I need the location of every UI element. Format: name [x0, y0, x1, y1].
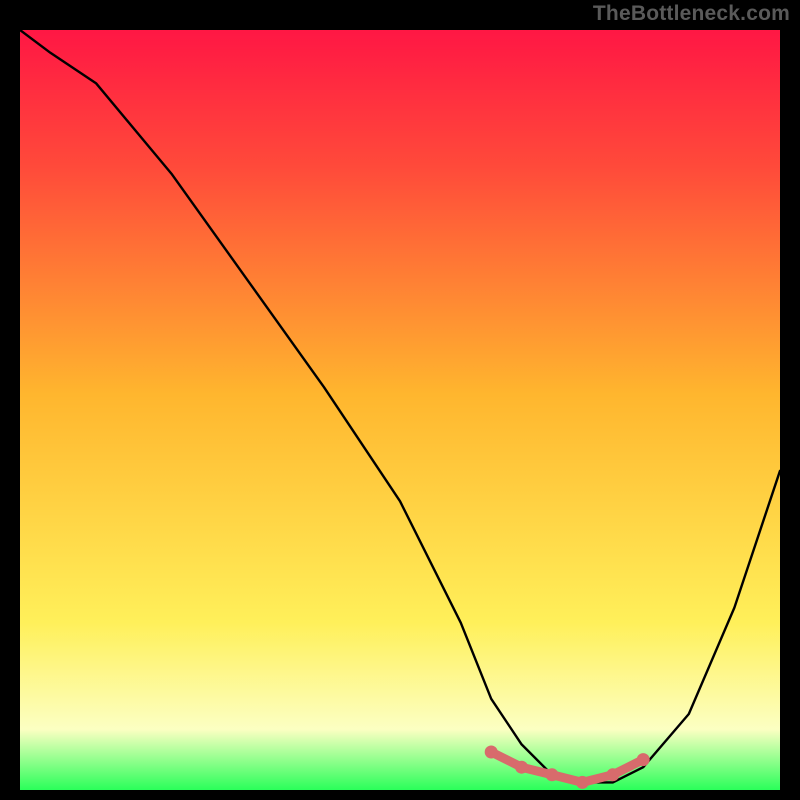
heat-gradient: [20, 30, 780, 790]
optimal-point: [606, 768, 619, 781]
optimal-point: [546, 768, 559, 781]
optimal-point: [637, 753, 650, 766]
plot-area: [20, 30, 780, 790]
watermark-text: TheBottleneck.com: [593, 2, 790, 26]
optimal-point: [515, 761, 528, 774]
chart-frame: TheBottleneck.com: [0, 0, 800, 800]
optimal-point: [485, 746, 498, 759]
optimal-point: [576, 776, 589, 789]
chart-svg: [20, 30, 780, 790]
